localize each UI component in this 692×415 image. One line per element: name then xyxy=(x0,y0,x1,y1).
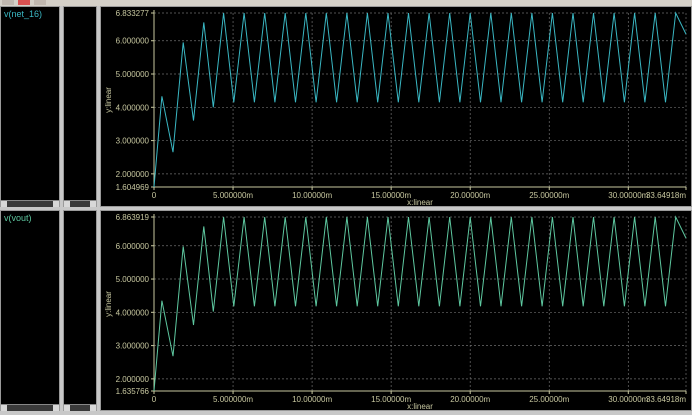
waveform-panel-1[interactable]: 1.604969 2.000000 3.000000 4.000000 5.000000… xyxy=(100,6,692,207)
x-axis-label: x:linear xyxy=(407,402,433,410)
signal-list-panel-1[interactable]: v(net_16) xyxy=(0,6,60,207)
marker-scrollbar-1[interactable] xyxy=(64,200,96,207)
x-tick-label: 30.00000m xyxy=(608,191,648,200)
x-tick-label: 20.00000m xyxy=(450,395,490,404)
y-tick-label: 1.635766 xyxy=(116,387,150,396)
x-tick-label: 10.00000m xyxy=(292,191,332,200)
signal-label-1[interactable]: v(net_16) xyxy=(4,9,42,19)
y-tick-label: 4.000000 xyxy=(116,308,150,317)
scroll-left-arrow-icon[interactable] xyxy=(64,201,70,207)
x-tick-label: 20.00000m xyxy=(450,191,490,200)
series-line-v(vout) xyxy=(153,215,687,392)
x-tick-label: 10.00000m xyxy=(292,395,332,404)
x-tick-label: 33.64918m xyxy=(646,395,686,404)
signal-label-2[interactable]: v(vout) xyxy=(4,213,32,223)
signal-list-scrollbar-1[interactable] xyxy=(1,200,59,207)
x-tick-label: 5.000000m xyxy=(213,191,253,200)
signal-list-scrollbar-2[interactable] xyxy=(1,404,59,411)
y-tick-label: 1.604969 xyxy=(116,183,150,192)
marker-scrollbar-2[interactable] xyxy=(64,404,96,411)
scroll-right-arrow-icon[interactable] xyxy=(90,201,96,207)
y-tick-label: 6.833277 xyxy=(116,9,150,18)
y-tick-label: 5.000000 xyxy=(116,70,150,79)
scroll-left-arrow-icon[interactable] xyxy=(1,405,7,411)
scroll-left-arrow-icon[interactable] xyxy=(1,201,7,207)
y-tick-label: 4.000000 xyxy=(116,103,150,112)
x-tick-label: 15.00000m xyxy=(371,395,411,404)
signal-list-panel-2[interactable]: v(vout) xyxy=(0,210,60,411)
waveform-chart-1[interactable]: 1.604969 2.000000 3.000000 4.000000 5.000000… xyxy=(101,7,691,207)
scroll-right-arrow-icon[interactable] xyxy=(90,405,96,411)
x-tick-label: 25.00000m xyxy=(529,395,569,404)
toolbar-icon[interactable] xyxy=(34,0,46,5)
y-tick-label: 3.000000 xyxy=(116,137,150,146)
toolbar-icon-red[interactable] xyxy=(18,0,30,5)
x-tick-label: 0 xyxy=(152,395,157,404)
x-tick-label: 15.00000m xyxy=(371,191,411,200)
x-tick-label: 0 xyxy=(152,191,157,200)
y-tick-label: 6.000000 xyxy=(116,242,150,251)
toolbar-icon[interactable] xyxy=(2,0,14,5)
x-tick-label: 30.00000m xyxy=(608,395,648,404)
scroll-left-arrow-icon[interactable] xyxy=(64,405,70,411)
waveform-panel-2[interactable]: 1.635766 2.000000 3.000000 4.000000 5.000000… xyxy=(100,210,692,411)
y-tick-label: 2.000000 xyxy=(116,375,150,384)
y-axis-label: y:linear xyxy=(104,291,113,317)
scroll-right-arrow-icon[interactable] xyxy=(53,405,59,411)
scroll-right-arrow-icon[interactable] xyxy=(53,201,59,207)
x-tick-label: 33.64918m xyxy=(646,191,686,200)
marker-panel-2[interactable] xyxy=(63,210,97,411)
x-tick-label: 25.00000m xyxy=(529,191,569,200)
y-tick-label: 5.000000 xyxy=(116,275,150,284)
y-tick-label: 6.863919 xyxy=(116,213,150,222)
x-axis-label: x:linear xyxy=(407,198,433,206)
y-axis-label: y:linear xyxy=(104,87,113,113)
y-tick-label: 2.000000 xyxy=(116,170,150,179)
series-line-v(net_16) xyxy=(153,11,687,188)
y-tick-label: 3.000000 xyxy=(116,342,150,351)
x-tick-label: 5.000000m xyxy=(213,395,253,404)
y-tick-label: 6.000000 xyxy=(116,37,150,46)
marker-panel-1[interactable] xyxy=(63,6,97,207)
waveform-chart-2[interactable]: 1.635766 2.000000 3.000000 4.000000 5.000000… xyxy=(101,211,691,411)
